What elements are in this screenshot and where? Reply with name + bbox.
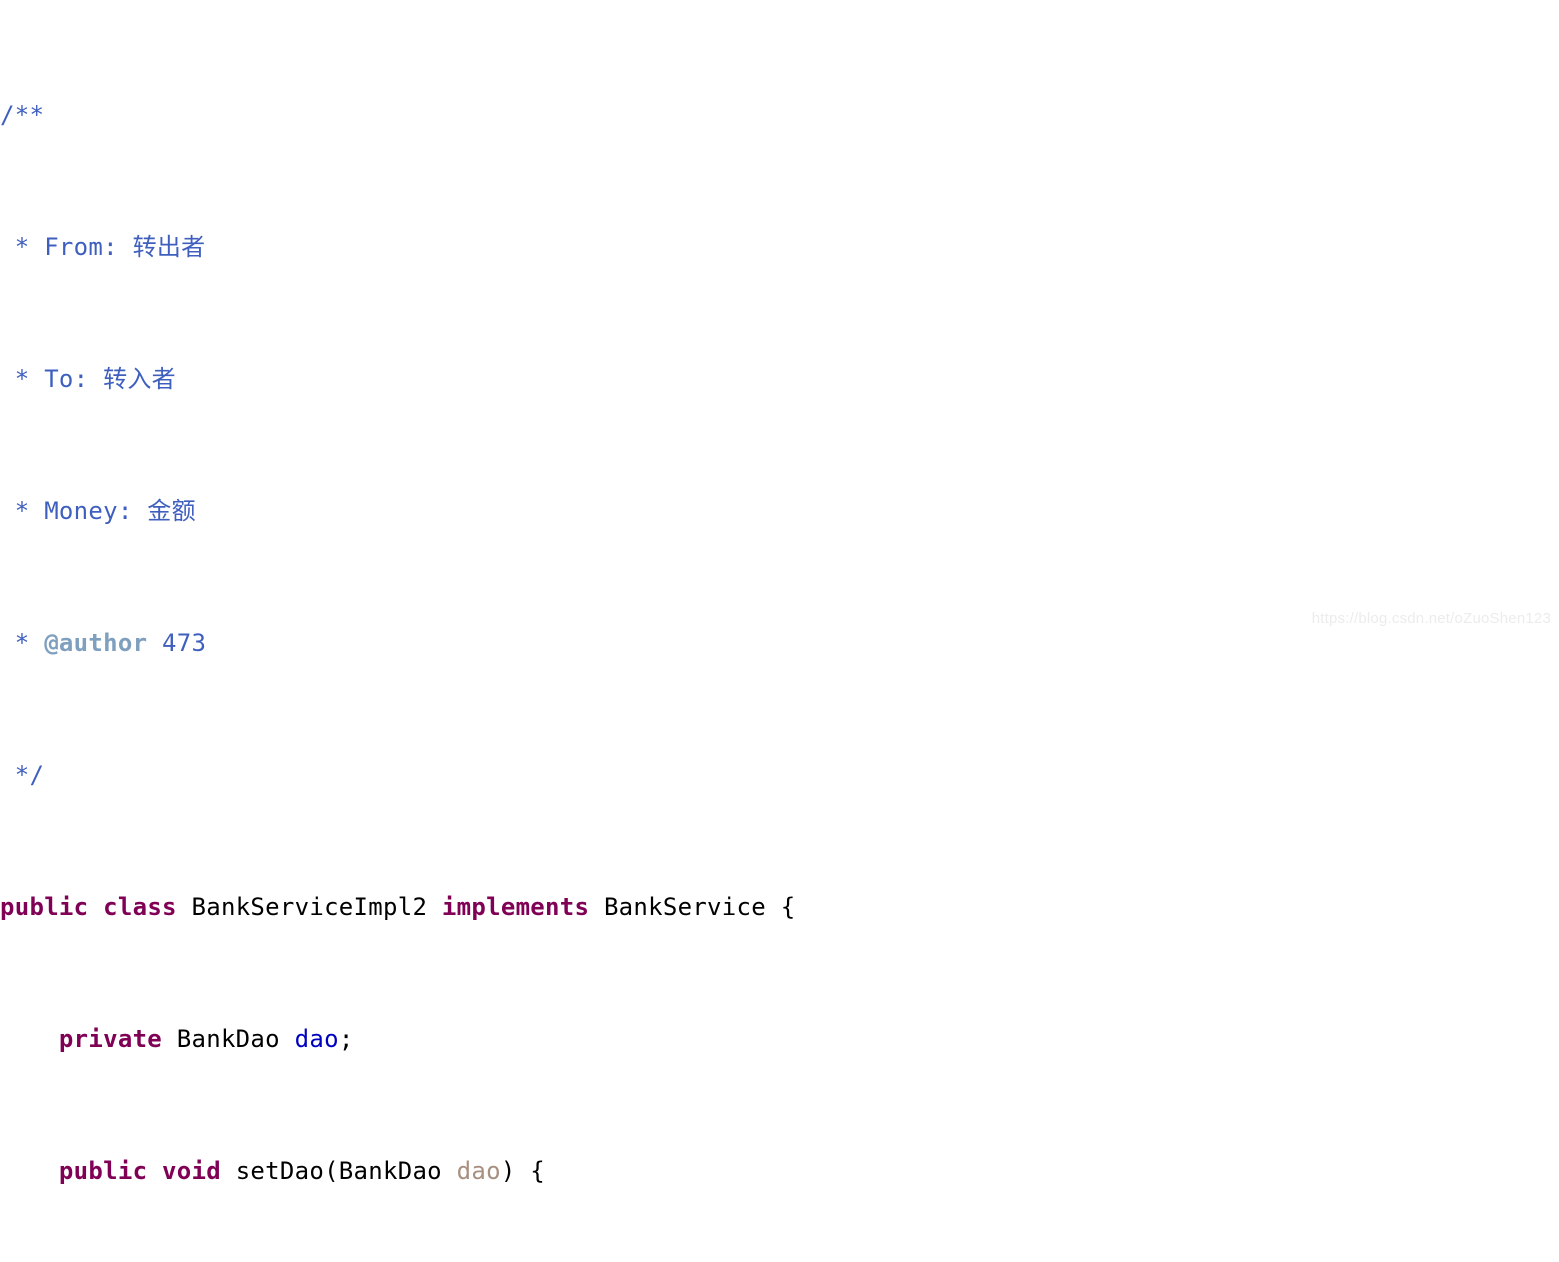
type-bankdao: BankDao [162,1025,295,1053]
keyword-public: public [0,893,89,921]
code-line-2: * From: 转出者 [0,231,943,264]
comment-close: */ [0,761,45,789]
keyword-class: class [103,893,177,921]
comment-star: * [0,233,45,261]
semicolon: ; [338,1025,354,1053]
class-name: BankServiceImpl2 [176,893,442,921]
code-line-8: private BankDao dao; [0,1023,943,1056]
comment-money-text: Money: 金额 [44,497,196,525]
keyword-implements: implements [441,893,590,921]
method-setdao-signature: setDao(BankDao [220,1157,457,1185]
code-line-1: /** [0,99,943,132]
field-dao: dao [294,1025,339,1053]
comment-star: * [0,629,45,657]
comment-from-text: From: 转出者 [44,233,206,261]
keyword-public: public [58,1157,148,1185]
javadoc-author-value: 473 [147,629,207,657]
code-content[interactable]: /** * From: 转出者 * To: 转入者 * Money: 金额 * … [0,0,943,1262]
javadoc-author-tag: @author [44,629,148,657]
interface-name: BankService { [589,893,796,921]
keyword-void: void [162,1157,221,1185]
brace-open: ) { [500,1157,546,1185]
code-line-7: public class BankServiceImpl2 implements… [0,891,943,924]
keyword-private: private [58,1025,163,1053]
watermark-url: https://blog.csdn.net/oZuoShen123 [1311,610,1551,627]
comment-to-text: To: 转入者 [44,365,176,393]
code-editor[interactable]: /** * From: 转出者 * To: 转入者 * Money: 金额 * … [0,0,1559,1185]
code-line-6: */ [0,759,943,792]
comment-star: * [0,365,45,393]
code-line-3: * To: 转入者 [0,363,943,396]
comment-open: /** [0,101,45,129]
comment-star: * [0,497,45,525]
parameter-dao: dao [456,1157,501,1185]
code-line-4: * Money: 金额 [0,495,943,528]
code-line-9: public void setDao(BankDao dao) { [0,1155,943,1188]
code-line-5: * @author 473 [0,627,943,660]
